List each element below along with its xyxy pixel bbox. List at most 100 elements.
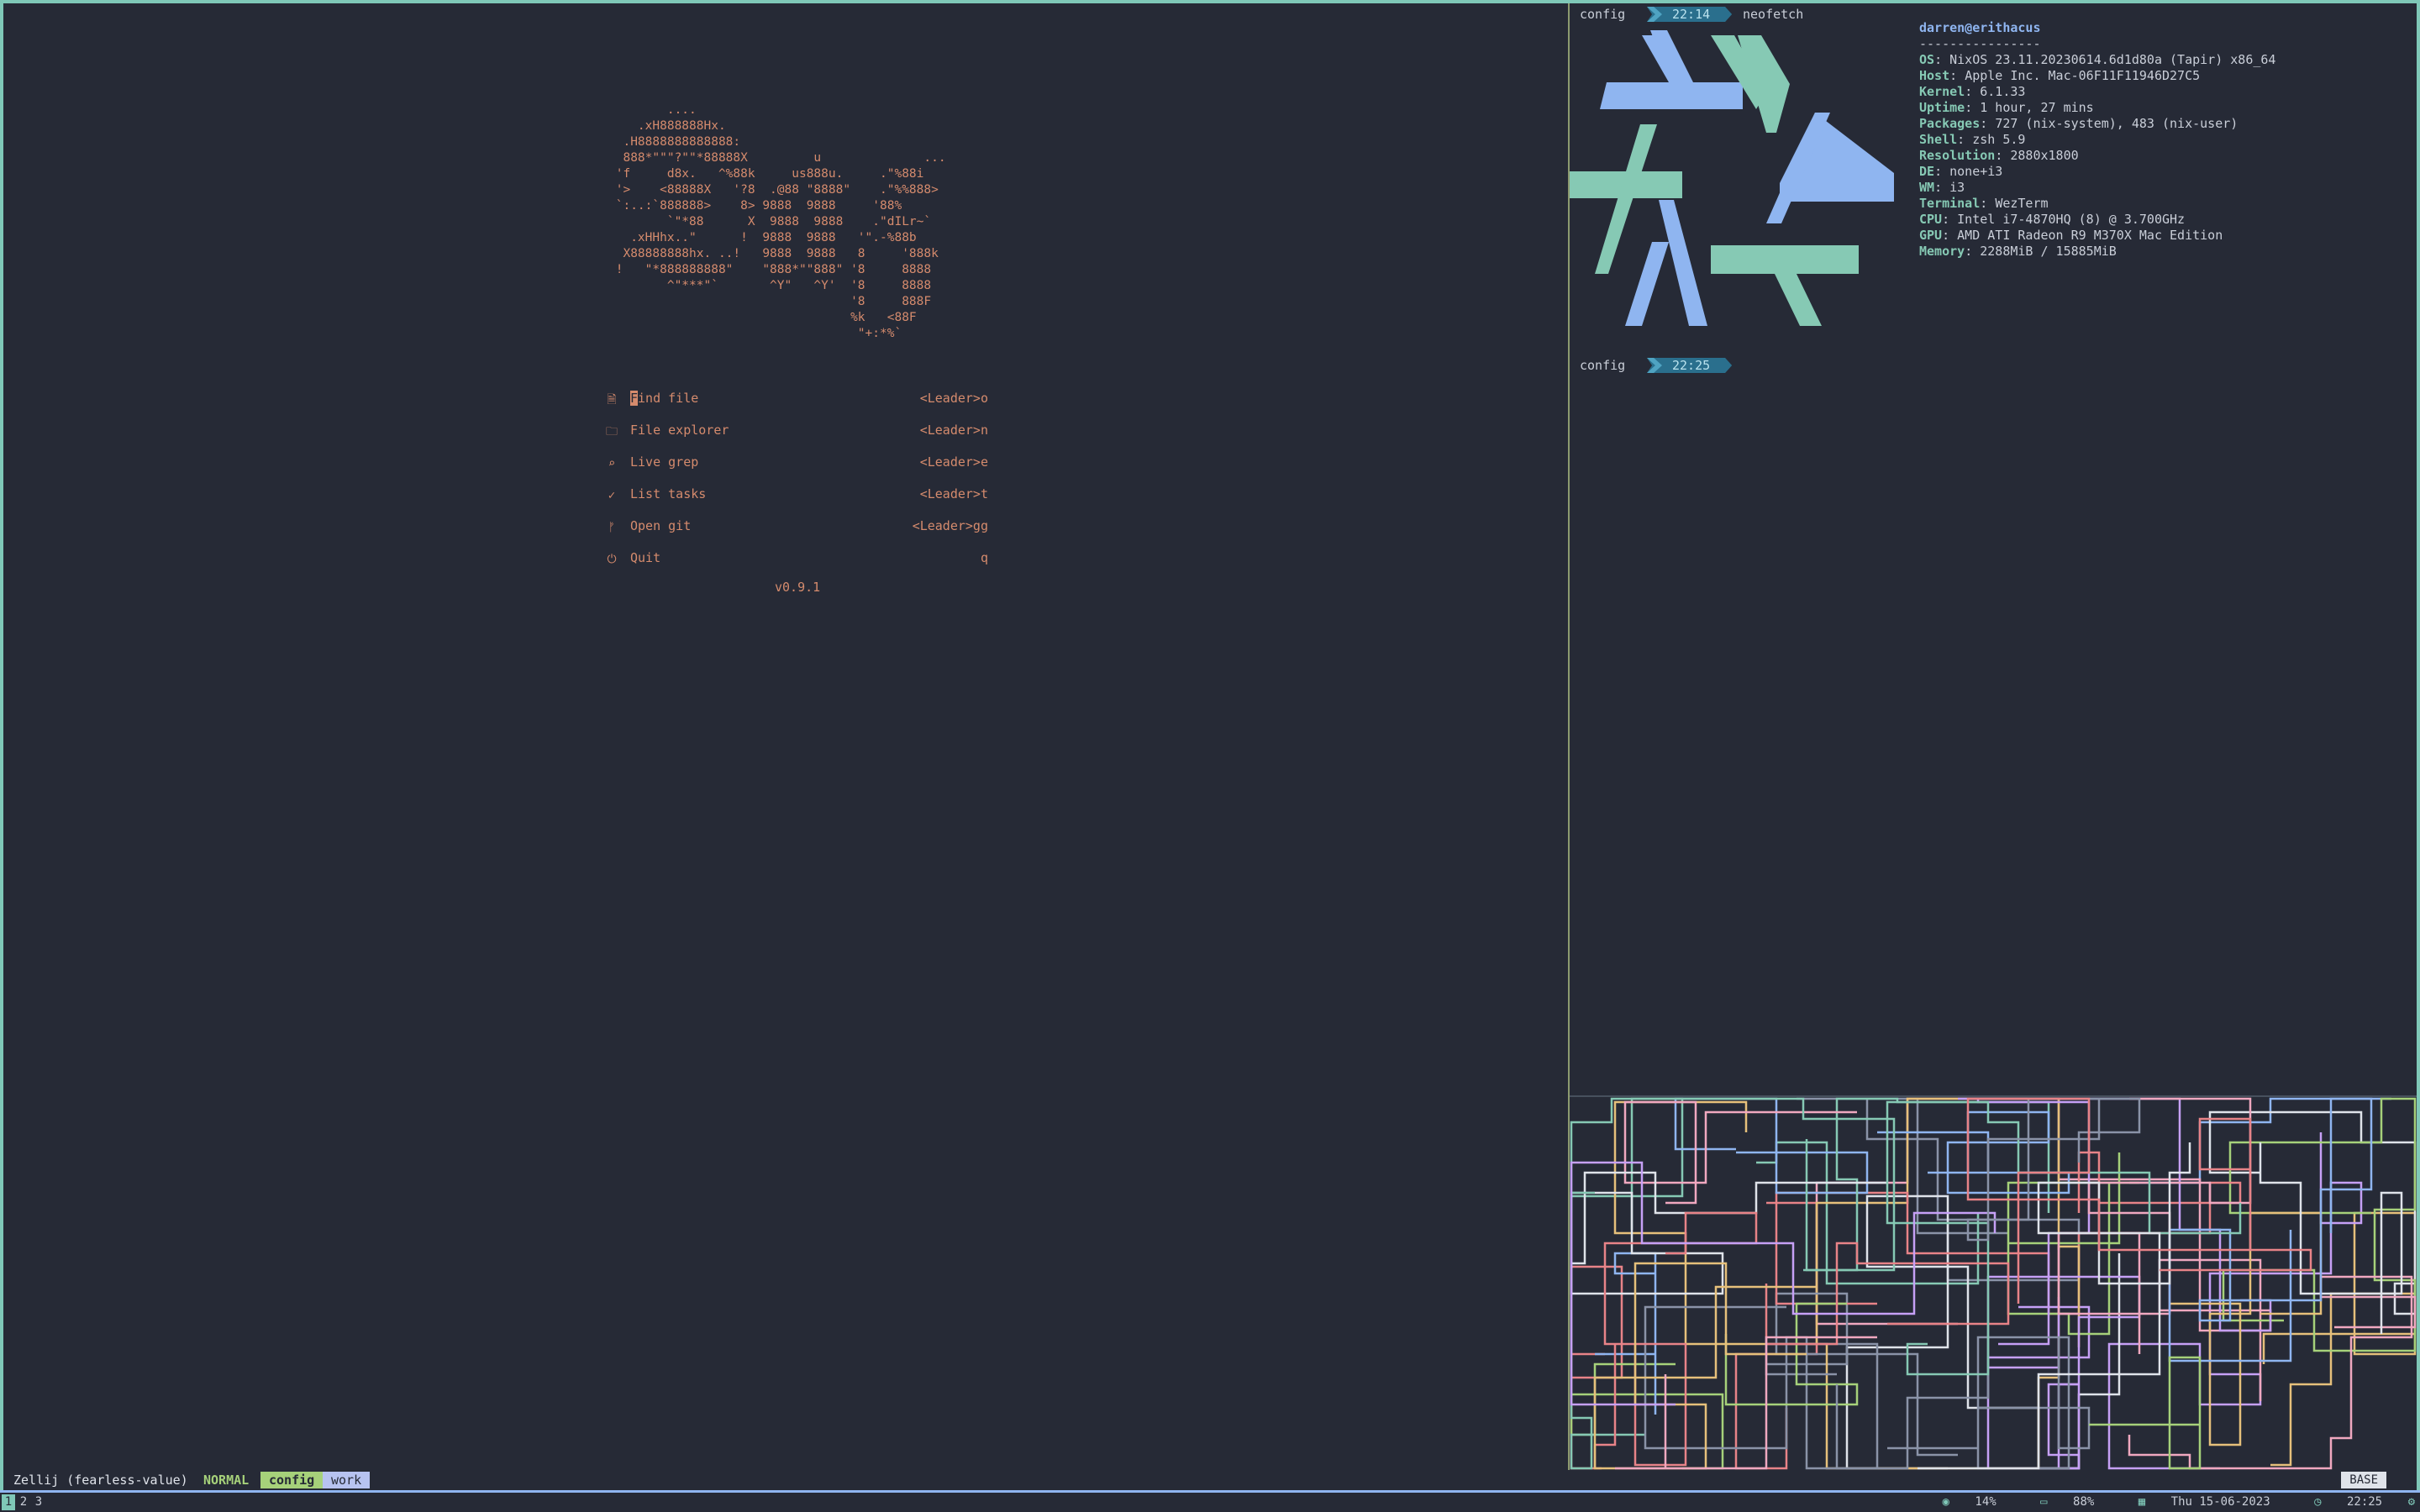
info-key: Memory (1919, 244, 1965, 259)
pipes-animation (1570, 1097, 2417, 1470)
workspace-3[interactable]: 3 (32, 1494, 45, 1510)
pipe-line (1593, 1211, 1758, 1468)
dashboard-menu: 🗎 Find file <Leader>o 🗀 File explorer <L… (605, 386, 988, 578)
menu-item-list-tasks[interactable]: ✓ List tasks <Leader>t (605, 482, 988, 514)
neofetch-info: darren@erithacus ---------------- OS: Ni… (1919, 20, 2275, 260)
menu-label: Find file (630, 386, 698, 410)
neofetch-row-resolution: Resolution: 2880x1800 (1919, 148, 2275, 164)
menu-label-rest: ind file (638, 391, 699, 406)
info-key: Uptime (1919, 100, 1965, 115)
logo-bar-blue-bottom (1659, 200, 1707, 326)
info-colon: : (1942, 212, 1958, 227)
neofetch-row-terminal: Terminal: WezTerm (1919, 196, 2275, 212)
menu-label: Quit (630, 550, 661, 565)
zellij-mode: NORMAL (203, 1473, 250, 1488)
workspace-1[interactable]: 1 (2, 1494, 15, 1510)
pipe-line (2057, 1097, 2252, 1354)
menu-shortcut: <Leader>gg (912, 518, 988, 533)
info-value: zsh 5.9 (1972, 132, 2026, 147)
info-key: WM (1919, 180, 1935, 195)
pipe-line (1886, 1100, 2242, 1376)
info-colon: : (1934, 52, 1950, 67)
menu-label: Live grep (630, 454, 699, 470)
neofetch-row-cpu: CPU: Intel i7-4870HQ (8) @ 3.700GHz (1919, 212, 2275, 228)
power-icon: ⏻ (607, 553, 617, 566)
neofetch-row-host: Host: Apple Inc. Mac-06F11F11946D27C5 (1919, 68, 2275, 84)
info-value: 2288MiB / 15885MiB (1980, 244, 2117, 259)
info-key: OS (1919, 52, 1935, 67)
info-colon: : (1965, 100, 1981, 115)
pipe-line (2128, 1275, 2417, 1470)
info-value: AMD ATI Radeon R9 M370X Mac Edition (1957, 228, 2223, 243)
menu-item-open-git[interactable]: ᚠ Open git <Leader>gg (605, 514, 988, 546)
nvim-dashboard-pane[interactable]: .... .xH888888Hx. .H8888888888888: 888*"… (3, 3, 1568, 1470)
info-value: WezTerm (1995, 196, 2049, 211)
zellij-tab-config[interactable]: config (260, 1472, 324, 1488)
cpu-icon: ◉ (1942, 1495, 1949, 1509)
menu-item-quit[interactable]: ⏻ Quit q (605, 546, 988, 578)
pipe-line (2170, 1211, 2323, 1446)
info-value: Intel i7-4870HQ (8) @ 3.700GHz (1957, 212, 2186, 227)
prompt-command: neofetch (1743, 7, 1804, 22)
calendar-icon: ▦ (2138, 1495, 2146, 1509)
shell-prompt: config 22:14 neofetch (1580, 5, 1916, 24)
neofetch-user-host: darren@erithacus (1919, 20, 2041, 35)
zellij-session-name: Zellij (fearless-value) (13, 1473, 188, 1488)
date-text: Thu 15-06-2023 (2170, 1495, 2270, 1509)
battery-text: 88% (2073, 1495, 2095, 1509)
info-value: none+i3 (1949, 164, 2003, 179)
battery-icon: ▭ (2040, 1495, 2048, 1509)
pipe-line (1644, 1305, 1879, 1470)
neofetch-row-uptime: Uptime: 1 hour, 27 mins (1919, 100, 2275, 116)
pipe-line (1986, 1275, 2141, 1470)
folder-icon: 🗀 (606, 425, 618, 438)
info-key: Terminal (1919, 196, 1981, 211)
info-value: 6.1.33 (1980, 84, 2026, 99)
menu-label: Open git (630, 518, 692, 533)
menu-shortcut: <Leader>e (919, 454, 988, 470)
info-colon: : (1980, 196, 1996, 211)
i3-status-bar: 1 2 3 ◉ 14% ▭ 88% ▦ Thu 15-06-2023 ◷ 22:… (0, 1493, 2420, 1512)
cpu-text: 14% (1975, 1495, 1996, 1509)
info-colon: : (1949, 68, 1965, 83)
git-branch-icon: ᚠ (608, 521, 616, 534)
zellij-tab-work[interactable]: work (323, 1472, 371, 1488)
tray-settings-icon[interactable]: ⚙ (2408, 1495, 2415, 1509)
menu-item-file-explorer[interactable]: 🗀 File explorer <Leader>n (605, 418, 988, 450)
terminal-pane[interactable]: config 22:14 neofetch darren@erithacus -… (1570, 3, 2417, 1095)
zellij-status-bar: Zellij (fearless-value) NORMAL config wo… (3, 1470, 2417, 1490)
menu-shortcut: <Leader>o (919, 391, 988, 406)
workspace-2[interactable]: 2 (17, 1494, 30, 1510)
pipe-line (1877, 1110, 2070, 1194)
info-key: Kernel (1919, 84, 1965, 99)
info-value: i3 (1949, 180, 1965, 195)
info-colon: : (1965, 84, 1981, 99)
logo-leg-blue-top (1642, 35, 1691, 82)
info-value: 2880x1800 (2010, 148, 2079, 163)
prompt-directory: config (1580, 7, 1626, 22)
logo-leg-teal-left (1595, 124, 1657, 274)
cpu-status: ◉ 14% (1924, 1495, 1996, 1509)
info-colon: : (1934, 164, 1950, 179)
info-key: Resolution (1919, 148, 1996, 163)
menu-shortcut: q (980, 550, 988, 565)
menu-item-find-file[interactable]: 🗎 Find file <Leader>o (605, 386, 988, 418)
shell-prompt[interactable]: config 22:25 (1580, 356, 1916, 375)
info-key: DE (1919, 164, 1935, 179)
battery-status: ▭ 88% (2022, 1495, 2094, 1509)
menu-label: List tasks (630, 486, 707, 501)
logo-leg-teal-bottom (1775, 274, 1822, 326)
info-colon: : (1980, 116, 1996, 131)
neofetch-separator: ---------------- (1919, 36, 2041, 51)
info-key: Shell (1919, 132, 1958, 147)
menu-shortcut: <Leader>t (919, 486, 988, 501)
status-blocks: ◉ 14% ▭ 88% ▦ Thu 15-06-2023 ◷ 22:25 ⚙ (1906, 1493, 2420, 1512)
zellij-base-indicator: BASE (2341, 1472, 2386, 1488)
check-icon: ✓ (608, 489, 616, 502)
menu-item-live-grep[interactable]: ⌕ Live grep <Leader>e (605, 450, 988, 482)
prompt-directory: config (1580, 358, 1626, 373)
info-colon: : (1957, 132, 1973, 147)
info-key: Host (1919, 68, 1950, 83)
pipes-pane[interactable] (1570, 1097, 2417, 1470)
menu-label: File explorer (630, 423, 729, 438)
